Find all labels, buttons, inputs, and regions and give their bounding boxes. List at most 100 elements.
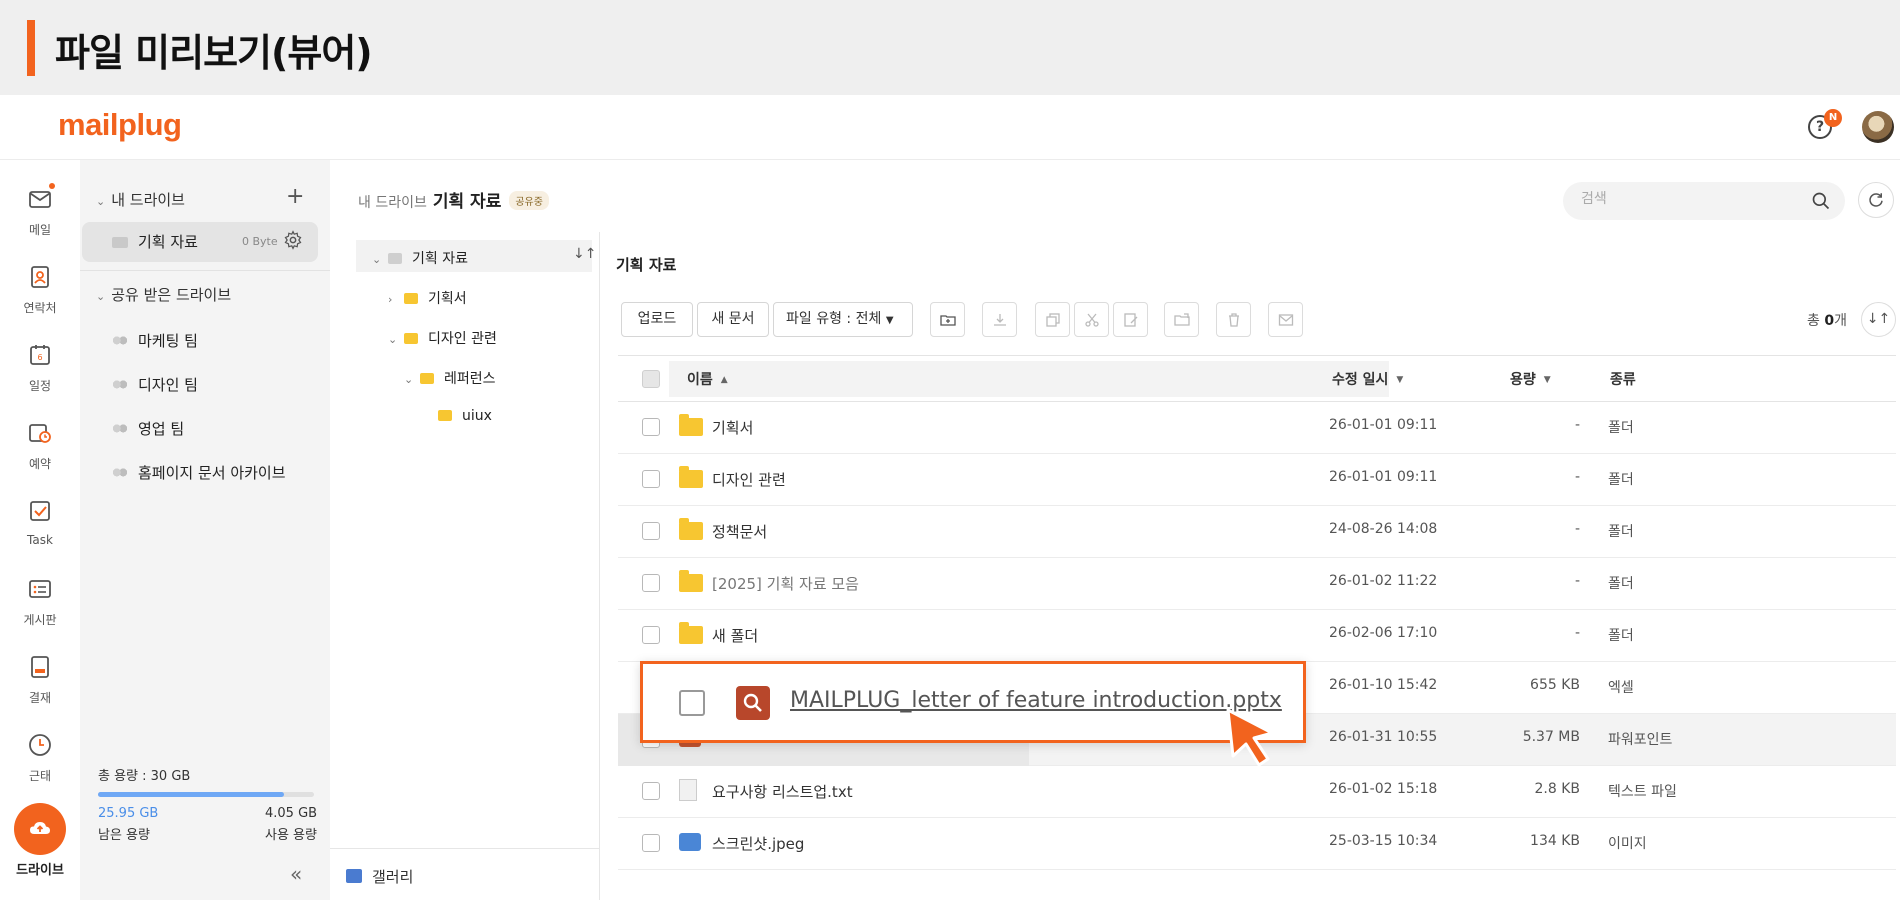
mailplug-logo[interactable]: mailplug bbox=[58, 107, 182, 143]
file-name[interactable]: 요구사항 리스트업.txt bbox=[712, 781, 853, 802]
rail-item-contacts[interactable]: 연락처 bbox=[0, 265, 80, 316]
search-icon[interactable] bbox=[1811, 191, 1831, 211]
move-folder-icon bbox=[1174, 313, 1190, 326]
sidebar-item-shared-2[interactable]: 영업 팀 bbox=[112, 418, 184, 439]
search-box bbox=[1563, 182, 1845, 220]
delete-button[interactable] bbox=[1216, 302, 1251, 337]
row-checkbox[interactable] bbox=[642, 418, 660, 436]
tree-item-3[interactable]: uiux bbox=[438, 408, 492, 424]
file-date: 26-02-06 17:10 bbox=[1329, 625, 1438, 641]
sort-order-button[interactable]: ↓↑ bbox=[1861, 302, 1896, 337]
row-checkbox[interactable] bbox=[642, 834, 660, 852]
storage-total: 총 용량 : 30 GB bbox=[98, 769, 191, 784]
row-checkbox[interactable] bbox=[642, 470, 660, 488]
task-icon bbox=[30, 501, 50, 521]
rail-item-mail[interactable]: 메일 bbox=[0, 187, 80, 238]
storage-remaining-value: 25.95 GB bbox=[98, 806, 159, 821]
rail-item-task[interactable]: Task bbox=[0, 499, 80, 547]
image-file-icon bbox=[679, 833, 701, 851]
file-type-select[interactable]: 파일 유형 : 전체 ▼ bbox=[773, 302, 913, 337]
gallery-link[interactable]: 갤러리 bbox=[330, 848, 600, 900]
rail-item-drive[interactable] bbox=[14, 803, 66, 855]
rail-item-reservation[interactable]: 예약 bbox=[0, 421, 80, 472]
table-row[interactable]: 스크린샷.jpeg 25-03-15 10:34 134 KB 이미지 bbox=[618, 818, 1896, 870]
preview-callout: MAILPLUG_letter of feature introduction.… bbox=[640, 661, 1306, 743]
breadcrumb-root[interactable]: 내 드라이브 bbox=[358, 195, 427, 211]
tree-item-0[interactable]: › 기획서 bbox=[388, 288, 467, 308]
sidebar-item-shared-1[interactable]: 디자인 팀 bbox=[112, 374, 198, 395]
title-accent-bar bbox=[27, 20, 35, 76]
select-all-checkbox[interactable] bbox=[642, 370, 660, 388]
table-row[interactable]: 정책문서 24-08-26 14:08 - 폴더 bbox=[618, 506, 1896, 558]
table-row[interactable]: 디자인 관련 26-01-01 09:11 - 폴더 bbox=[618, 454, 1896, 506]
scissors-icon bbox=[1085, 313, 1099, 327]
row-checkbox[interactable] bbox=[642, 782, 660, 800]
preview-file-name[interactable]: MAILPLUG_letter of feature introduction.… bbox=[790, 688, 1282, 713]
table-row[interactable]: [2025] 기획 자료 모음 26-01-02 11:22 - 폴더 bbox=[618, 558, 1896, 610]
column-size[interactable]: 용량 ▼ bbox=[1510, 369, 1551, 389]
collapse-sidebar-icon[interactable]: « bbox=[290, 862, 302, 886]
my-drive-header[interactable]: ⌄ 내 드라이브 bbox=[96, 189, 185, 210]
row-checkbox[interactable] bbox=[679, 690, 705, 716]
breadcrumb-current: 기획 자료 bbox=[432, 192, 502, 212]
file-name[interactable]: 스크린샷.jpeg bbox=[712, 833, 804, 854]
row-checkbox[interactable] bbox=[642, 522, 660, 540]
shared-drive-header[interactable]: ⌄ 공유 받은 드라이브 bbox=[96, 284, 231, 305]
rail-item-approval[interactable]: 결재 bbox=[0, 655, 80, 706]
preview-magnifier-icon[interactable] bbox=[736, 686, 770, 720]
calendar-icon: 6 bbox=[30, 345, 50, 365]
file-type: 엑셀 bbox=[1608, 680, 1634, 696]
folder-icon bbox=[438, 410, 452, 421]
rail-label-mail: 메일 bbox=[28, 223, 52, 237]
file-name[interactable]: 디자인 관련 bbox=[712, 469, 786, 490]
refresh-button[interactable] bbox=[1858, 182, 1894, 218]
file-type: 텍스트 파일 bbox=[1608, 784, 1677, 800]
column-modified[interactable]: 수정 일시 ▼ bbox=[1332, 369, 1403, 389]
folder-icon bbox=[404, 293, 418, 304]
cut-button[interactable] bbox=[1074, 302, 1109, 337]
file-name[interactable]: 새 폴더 bbox=[712, 625, 758, 646]
column-size-label: 용량 bbox=[1510, 372, 1536, 388]
sidebar-item-shared-0[interactable]: 마케팅 팀 bbox=[112, 330, 198, 351]
download-button[interactable] bbox=[982, 302, 1017, 337]
rail-item-attendance[interactable]: 근태 bbox=[0, 733, 80, 784]
sort-asc-icon: ▲ bbox=[720, 375, 728, 385]
upload-button[interactable]: 업로드 bbox=[621, 302, 693, 337]
rail-label-task: Task bbox=[27, 533, 53, 547]
gear-icon[interactable] bbox=[283, 230, 303, 250]
new-document-button[interactable]: 새 문서 bbox=[697, 302, 769, 337]
chevron-down-icon: ⌄ bbox=[404, 373, 414, 386]
column-name[interactable]: 이름 ▲ bbox=[687, 369, 728, 389]
file-name[interactable]: [2025] 기획 자료 모음 bbox=[712, 573, 859, 594]
file-name[interactable]: 정책문서 bbox=[712, 521, 767, 542]
copy-button[interactable] bbox=[1035, 302, 1070, 337]
file-type-value: 파일 유형 : 전체 bbox=[786, 311, 882, 327]
tree-root[interactable]: ⌄ 기획 자료 bbox=[372, 248, 468, 268]
table-row[interactable]: 새 폴더 26-02-06 17:10 - 폴더 bbox=[618, 610, 1896, 662]
file-name[interactable]: 기획서 bbox=[712, 417, 753, 438]
add-drive-button[interactable]: + bbox=[286, 184, 304, 209]
sidebar-item-shared-3[interactable]: 홈페이지 문서 아카이브 bbox=[112, 462, 286, 483]
rail-item-calendar[interactable]: 6 일정 bbox=[0, 343, 80, 394]
sort-toggle-icon[interactable]: ↓↑ bbox=[573, 246, 596, 262]
edit-button[interactable] bbox=[1113, 302, 1148, 337]
move-button[interactable] bbox=[1164, 302, 1199, 337]
avatar[interactable] bbox=[1862, 111, 1894, 143]
new-folder-button[interactable] bbox=[930, 302, 965, 337]
search-input[interactable] bbox=[1581, 191, 1801, 207]
page-title: 파일 미리보기(뷰어) bbox=[55, 31, 373, 75]
sidebar-item-my-drive-folder[interactable]: 기획 자료 bbox=[112, 231, 198, 252]
row-checkbox[interactable] bbox=[642, 626, 660, 644]
table-row[interactable]: 요구사항 리스트업.txt 26-01-02 15:18 2.8 KB 텍스트 … bbox=[618, 766, 1896, 818]
folder-tree: ⌄ 기획 자료 ↓↑ › 기획서 ⌄ 디자인 관련 ⌄ 레퍼런스 uiux bbox=[330, 232, 600, 900]
mail-unread-dot bbox=[49, 183, 55, 189]
total-suffix: 개 bbox=[1834, 313, 1847, 329]
mail-send-button[interactable] bbox=[1268, 302, 1303, 337]
table-row[interactable]: 기획서 26-01-01 09:11 - 폴더 bbox=[618, 402, 1896, 454]
file-list-panel: 기획 자료 업로드 새 문서 파일 유형 : 전체 ▼ 총 0개 ↓↑ 이름 ▲ … bbox=[601, 232, 1900, 900]
tree-item-2[interactable]: ⌄ 레퍼런스 bbox=[404, 368, 496, 388]
tree-item-1[interactable]: ⌄ 디자인 관련 bbox=[388, 328, 497, 348]
sort-desc-icon: ▼ bbox=[1396, 375, 1404, 385]
row-checkbox[interactable] bbox=[642, 574, 660, 592]
rail-item-board[interactable]: 게시판 bbox=[0, 577, 80, 628]
